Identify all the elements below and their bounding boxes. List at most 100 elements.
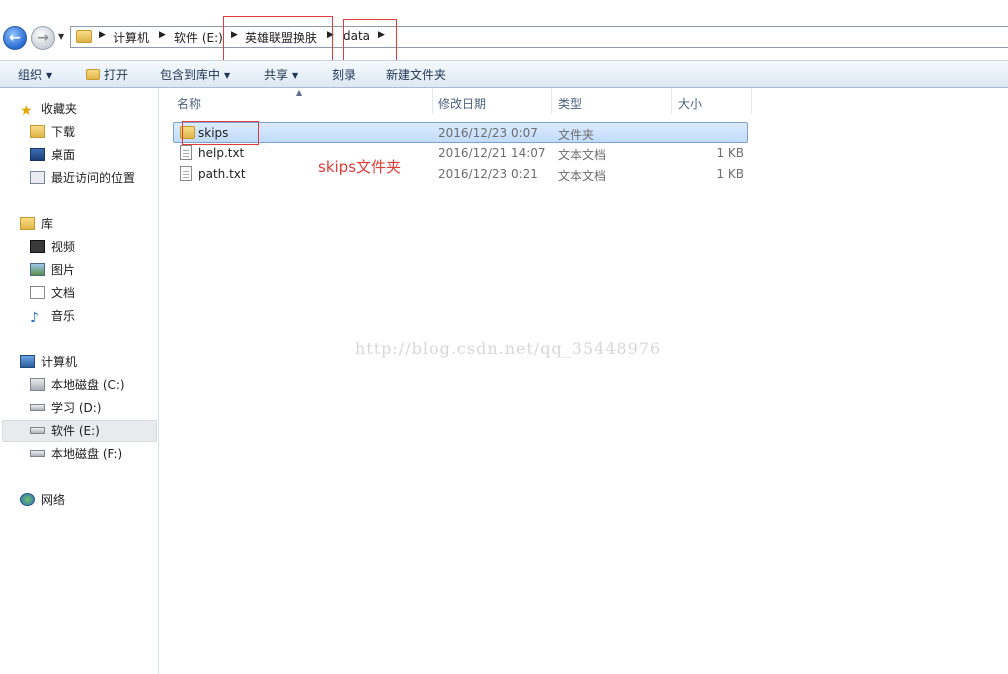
- file-modified: 2016/12/23 0:21: [438, 167, 538, 181]
- navigation-pane: ★ 收藏夹 下载 桌面 最近访问的位置 库 视频 图片 文档 ♪ 音乐 计算机 本地…: [0, 88, 159, 674]
- nav-network[interactable]: 网络: [20, 489, 65, 511]
- nav-item-pictures[interactable]: 图片: [30, 259, 75, 281]
- file-modified: 2016/12/23 0:07: [438, 126, 538, 140]
- column-header-row: ▲ 名称 修改日期 类型 大小: [160, 88, 1008, 114]
- forward-button[interactable]: →: [31, 26, 55, 50]
- nav-item-downloads[interactable]: 下载: [30, 121, 75, 143]
- file-modified: 2016/12/21 14:07: [438, 146, 546, 160]
- address-bar[interactable]: ▶ 计算机 ▶ 软件 (E:) ▶ 英雄联盟换肤 ▶ data ▶: [70, 26, 1008, 48]
- nav-label: 计算机: [41, 355, 78, 369]
- breadcrumb-drive-e[interactable]: 软件 (E:): [174, 29, 223, 46]
- share-label: 共享: [264, 68, 289, 82]
- include-in-library-menu[interactable]: 包含到库中 ▼: [160, 66, 230, 83]
- burn-button[interactable]: 刻录: [332, 66, 356, 83]
- nav-item-drive-f[interactable]: 本地磁盘 (F:): [30, 443, 122, 465]
- nav-label: 收藏夹: [41, 102, 78, 116]
- column-type[interactable]: 类型: [558, 95, 582, 112]
- drive-icon: [30, 450, 45, 457]
- drive-icon: [30, 404, 45, 411]
- organize-menu[interactable]: 组织 ▼: [18, 66, 52, 83]
- nav-computer[interactable]: 计算机: [20, 351, 77, 373]
- nav-item-desktop[interactable]: 桌面: [30, 144, 75, 166]
- nav-item-drive-e[interactable]: 软件 (E:): [30, 420, 100, 442]
- column-divider[interactable]: [432, 88, 433, 114]
- nav-item-recent-places[interactable]: 最近访问的位置: [30, 167, 135, 189]
- chevron-right-icon[interactable]: ▶: [159, 30, 166, 40]
- file-row[interactable]: skips 2016/12/23 0:07 文件夹: [173, 122, 748, 143]
- nav-libraries[interactable]: 库: [20, 213, 53, 235]
- video-icon: [30, 240, 45, 253]
- file-name: help.txt: [198, 146, 245, 160]
- nav-label: 软件 (E:): [51, 424, 100, 438]
- nav-label: 最近访问的位置: [51, 171, 136, 185]
- drive-icon: [30, 427, 45, 434]
- pictures-icon: [30, 263, 45, 276]
- open-button[interactable]: 打开: [86, 66, 128, 83]
- file-type: 文本文档: [558, 148, 607, 162]
- address-bar-area: ← → ▼ ▶ 计算机 ▶ 软件 (E:) ▶ 英雄联盟换肤 ▶ data ▶: [0, 0, 1008, 66]
- nav-label: 音乐: [51, 309, 76, 323]
- include-library-label: 包含到库中: [160, 68, 221, 82]
- file-size: 1 KB: [716, 146, 744, 160]
- chevron-right-icon[interactable]: ▶: [99, 30, 106, 40]
- file-size: 1 KB: [716, 167, 744, 181]
- breadcrumb-computer[interactable]: 计算机: [113, 29, 149, 46]
- nav-label: 网络: [41, 493, 66, 507]
- text-file-icon: [180, 166, 192, 181]
- desktop-icon: [30, 148, 45, 161]
- chevron-down-icon: ▼: [224, 71, 231, 80]
- column-divider[interactable]: [751, 88, 752, 114]
- nav-item-documents[interactable]: 文档: [30, 282, 75, 304]
- library-icon: [20, 217, 35, 230]
- computer-icon: [20, 355, 35, 368]
- nav-label: 桌面: [51, 148, 76, 162]
- new-folder-button[interactable]: 新建文件夹: [386, 66, 446, 83]
- sort-ascending-icon: ▲: [296, 88, 303, 97]
- back-button[interactable]: ←: [3, 26, 27, 50]
- file-name: path.txt: [198, 167, 246, 181]
- file-row[interactable]: path.txt 2016/12/23 0:21 文本文档 1 KB: [173, 164, 748, 185]
- recent-places-icon: [30, 171, 45, 184]
- nav-label: 视频: [51, 240, 76, 254]
- nav-item-drive-c[interactable]: 本地磁盘 (C:): [30, 374, 125, 396]
- annotation-highlight-box: [343, 19, 397, 66]
- column-size[interactable]: 大小: [678, 95, 702, 112]
- nav-label: 下载: [51, 125, 76, 139]
- column-divider[interactable]: [671, 88, 672, 114]
- text-file-icon: [180, 145, 192, 160]
- nav-item-drive-d[interactable]: 学习 (D:): [30, 397, 101, 419]
- nav-label: 本地磁盘 (C:): [51, 378, 125, 392]
- nav-label: 本地磁盘 (F:): [51, 447, 123, 461]
- documents-icon: [30, 286, 45, 299]
- organize-label: 组织: [18, 68, 43, 82]
- network-icon: [20, 493, 35, 506]
- file-type: 文本文档: [558, 169, 607, 183]
- column-divider[interactable]: [551, 88, 552, 114]
- nav-favorites[interactable]: ★ 收藏夹: [20, 98, 77, 120]
- annotation-text: skips文件夹: [318, 158, 402, 176]
- chevron-down-icon: ▼: [292, 71, 299, 80]
- command-bar: 组织 ▼ 打开 包含到库中 ▼ 共享 ▼ 刻录 新建文件夹: [0, 60, 1008, 88]
- open-folder-icon: [86, 69, 100, 80]
- file-row[interactable]: help.txt 2016/12/21 14:07 文本文档 1 KB: [173, 143, 748, 164]
- downloads-folder-icon: [30, 125, 45, 138]
- recent-pages-dropdown[interactable]: ▼: [58, 32, 64, 41]
- watermark: http://blog.csdn.net/qq_35448976: [355, 339, 662, 358]
- column-modified[interactable]: 修改日期: [438, 95, 486, 112]
- annotation-highlight-box: [223, 16, 333, 61]
- nav-label: 学习 (D:): [51, 401, 102, 415]
- star-icon: ★: [20, 103, 33, 119]
- annotation-highlight-box: [182, 121, 259, 145]
- nav-label: 文档: [51, 286, 76, 300]
- chevron-down-icon: ▼: [46, 71, 53, 80]
- column-name[interactable]: 名称: [177, 95, 201, 112]
- file-type: 文件夹: [558, 128, 595, 142]
- music-icon: ♪: [30, 310, 39, 326]
- share-menu[interactable]: 共享 ▼: [264, 66, 298, 83]
- nav-label: 库: [41, 217, 54, 231]
- nav-item-music[interactable]: ♪ 音乐: [30, 305, 75, 327]
- open-label: 打开: [104, 68, 129, 82]
- folder-icon: [76, 30, 92, 43]
- nav-item-videos[interactable]: 视频: [30, 236, 75, 258]
- nav-label: 图片: [51, 263, 76, 277]
